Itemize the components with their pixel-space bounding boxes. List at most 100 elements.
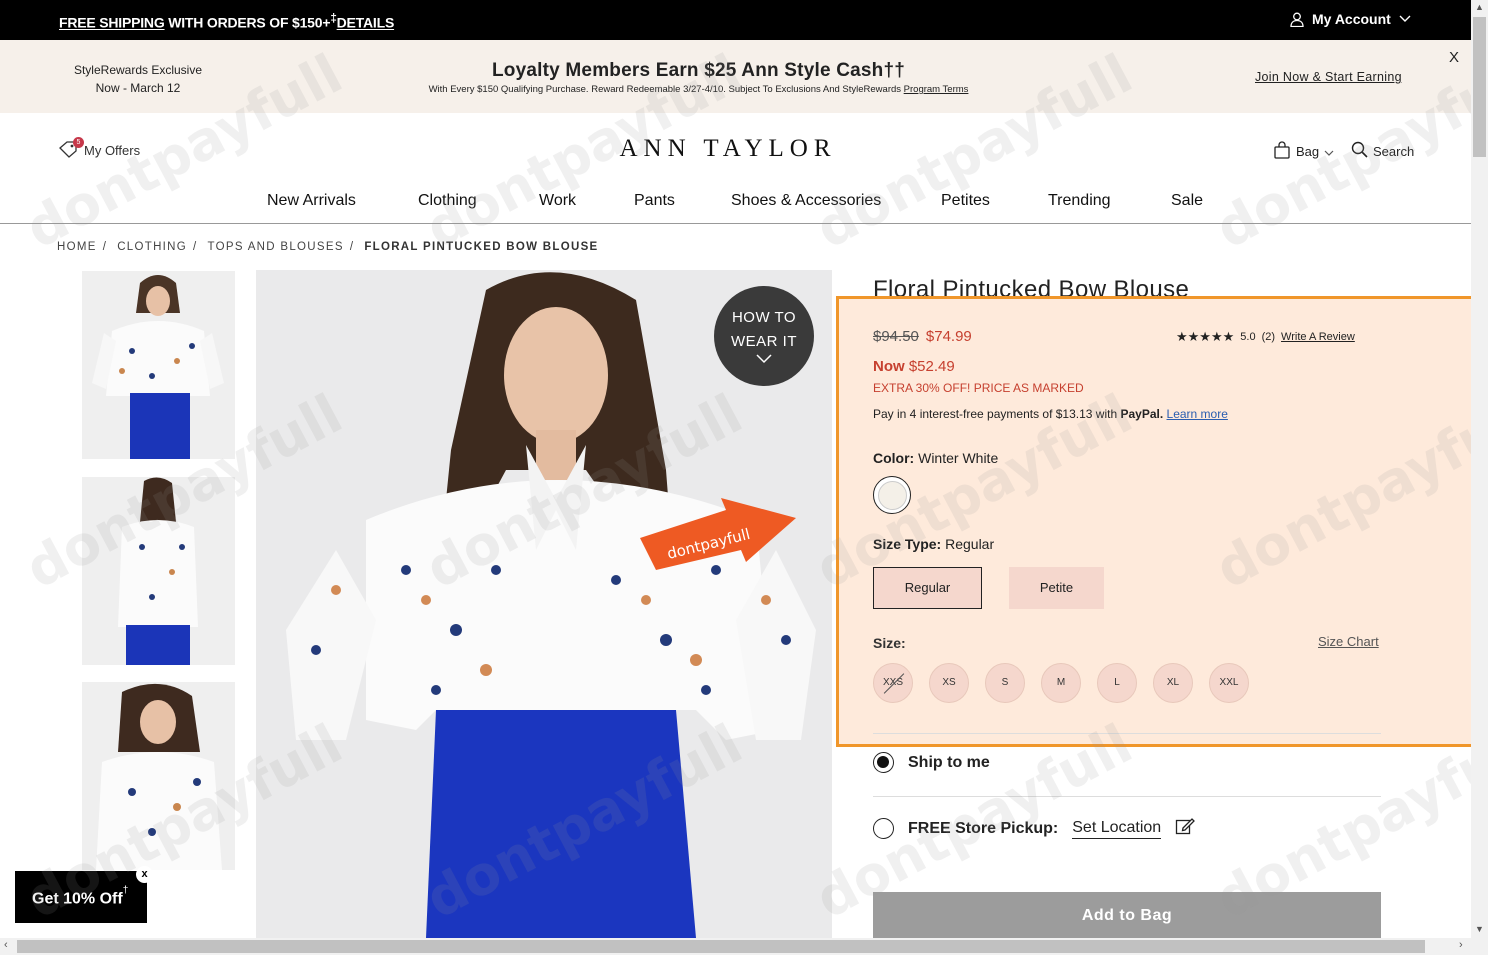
horizontal-scroll-thumb[interactable]	[17, 940, 1425, 953]
loyalty-dates: StyleRewards Exclusive Now - March 12	[60, 61, 216, 97]
horizontal-scrollbar[interactable]: ‹ ›	[0, 938, 1488, 955]
close-banner-button[interactable]: X	[1449, 49, 1459, 66]
get-discount-sup: †	[122, 885, 129, 896]
nav-work[interactable]: Work	[539, 192, 576, 210]
color-swatch-winter-white[interactable]	[873, 476, 911, 514]
loyalty-banner: StyleRewards Exclusive Now - March 12 Lo…	[0, 40, 1471, 113]
search-button[interactable]: Search	[1351, 141, 1414, 161]
get-discount-popup[interactable]: Get 10% Off†	[15, 871, 147, 923]
chevron-down-icon	[1324, 144, 1334, 159]
set-location-link[interactable]: Set Location	[1072, 819, 1162, 839]
nav-trending[interactable]: Trending	[1048, 192, 1111, 210]
scroll-down-icon[interactable]: ▼	[1475, 924, 1484, 934]
breadcrumb-separator: /	[349, 241, 355, 253]
write-review-link[interactable]: Write A Review	[1281, 331, 1355, 343]
breadcrumb-tops[interactable]: TOPS AND BLOUSES	[208, 241, 344, 253]
my-offers-button[interactable]: 5 My Offers	[58, 137, 141, 161]
join-now-link[interactable]: Join Now & Start Earning	[1255, 70, 1402, 84]
extra-offer-text: EXTRA 30% OFF! PRICE AS MARKED	[873, 381, 1084, 395]
size-type-label: Size Type: Regular	[873, 536, 994, 552]
size-type-regular-button[interactable]: Regular	[873, 567, 982, 609]
rating-stars-icon: ★★★★★	[1176, 329, 1235, 344]
model-back-image	[82, 477, 235, 665]
ship-radio[interactable]	[873, 752, 894, 773]
bag-icon	[1273, 141, 1291, 162]
get-discount-label: Get 10% Off	[32, 890, 123, 908]
size-option-xxl[interactable]: XXL	[1209, 663, 1249, 703]
my-account-label: My Account	[1312, 11, 1391, 27]
close-popup-button[interactable]: x	[136, 866, 153, 883]
ship-to-me-option[interactable]: Ship to me	[873, 752, 990, 773]
loyalty-subline-text: With Every $150 Qualifying Purchase. Rew…	[428, 84, 904, 95]
product-thumbnail-2[interactable]	[82, 477, 235, 665]
how-to-line1: HOW TO	[731, 309, 797, 326]
details-link[interactable]: DETAILS	[337, 15, 395, 31]
sale-price: $74.99	[925, 328, 972, 345]
size-type-petite-button[interactable]: Petite	[1009, 567, 1104, 609]
color-label-key: Color:	[873, 450, 915, 466]
loyalty-exclusive-label: StyleRewards Exclusive	[73, 63, 203, 77]
my-offers-label: My Offers	[84, 143, 141, 158]
vertical-scrollbar[interactable]: ▲ ▼	[1471, 0, 1488, 938]
search-label: Search	[1373, 143, 1415, 159]
offers-count-badge: 5	[73, 137, 84, 148]
breadcrumb-separator: /	[193, 241, 198, 253]
rating-count[interactable]: (2)	[1262, 331, 1275, 343]
size-option-xl[interactable]: XL	[1153, 663, 1193, 703]
edit-icon[interactable]	[1175, 816, 1196, 841]
store-pickup-option[interactable]: FREE Store Pickup: Set Location	[873, 816, 1196, 841]
breadcrumb: HOME / CLOTHING / TOPS AND BLOUSES / FLORAL…	[57, 241, 599, 253]
loyalty-message: Loyalty Members Earn $25 Ann Style Cash†…	[350, 60, 1047, 95]
nav-pants[interactable]: Pants	[634, 192, 675, 210]
product-thumbnail-1[interactable]	[82, 271, 235, 459]
size-option-xs[interactable]: XS	[929, 663, 969, 703]
product-page: FREE SHIPPING WITH ORDERS OF $150+‡DETAI…	[0, 0, 1488, 955]
scroll-up-icon[interactable]: ▲	[1475, 2, 1484, 12]
size-type-key: Size Type:	[873, 536, 942, 552]
shipping-promo: FREE SHIPPING WITH ORDERS OF $150+‡DETAI…	[59, 12, 394, 31]
size-option-xxs[interactable]: XXS	[873, 663, 913, 703]
nav-clothing[interactable]: Clothing	[418, 192, 477, 210]
breadcrumb-home[interactable]: HOME	[57, 241, 97, 253]
paypal-learn-more-link[interactable]: Learn more	[1167, 407, 1228, 421]
free-shipping-link[interactable]: FREE SHIPPING	[59, 15, 165, 31]
paypal-text: Pay in 4 interest-free payments of $13.1…	[873, 407, 1121, 421]
breadcrumb-clothing[interactable]: CLOTHING	[117, 241, 187, 253]
price-block: $94.50 $74.99	[873, 328, 972, 345]
bag-label: Bag	[1296, 144, 1320, 159]
size-option-l[interactable]: L	[1097, 663, 1137, 703]
rating-summary: ★★★★★ 5.0 (2) Write A Review	[1176, 329, 1355, 345]
ship-to-me-label: Ship to me	[908, 753, 990, 771]
bag-button[interactable]: Bag	[1273, 141, 1334, 162]
how-to-wear-it-button[interactable]: HOW TO WEAR IT	[714, 286, 814, 386]
vertical-scroll-thumb[interactable]	[1473, 17, 1486, 157]
color-value: Winter White	[918, 450, 999, 466]
size-option-m[interactable]: M	[1041, 663, 1081, 703]
paypal-message: Pay in 4 interest-free payments of $13.1…	[873, 407, 1228, 421]
divider	[873, 733, 1381, 734]
program-terms-link[interactable]: Program Terms	[904, 84, 969, 95]
size-option-s[interactable]: S	[985, 663, 1025, 703]
scroll-left-icon[interactable]: ‹	[4, 939, 8, 951]
pickup-radio[interactable]	[873, 818, 894, 839]
loyalty-headline: Loyalty Members Earn $25 Ann Style Cash†…	[492, 60, 905, 81]
add-to-bag-button[interactable]: Add to Bag	[873, 892, 1381, 940]
size-chart-link[interactable]: Size Chart	[1318, 634, 1379, 649]
nav-new-arrivals[interactable]: New Arrivals	[267, 192, 356, 210]
main-nav: New Arrivals Clothing Work Pants Shoes &…	[0, 190, 1471, 224]
search-icon	[1351, 141, 1368, 161]
scroll-right-icon[interactable]: ›	[1459, 939, 1463, 951]
nav-sale[interactable]: Sale	[1171, 192, 1203, 210]
loyalty-subline: With Every $150 Qualifying Purchase. Rew…	[350, 84, 1047, 95]
brand-logo[interactable]: ANN TAYLOR	[560, 135, 896, 163]
tag-icon: 5	[58, 137, 84, 161]
color-label: Color: Winter White	[873, 450, 998, 466]
user-icon	[1290, 12, 1304, 27]
my-account-menu[interactable]: My Account	[1290, 11, 1411, 27]
promo-bar: FREE SHIPPING WITH ORDERS OF $150+‡DETAI…	[0, 0, 1471, 40]
nav-petites[interactable]: Petites	[941, 192, 990, 210]
divider	[873, 796, 1381, 797]
promo-text: WITH ORDERS OF $150+	[164, 14, 331, 31]
product-thumbnail-3[interactable]	[82, 682, 235, 870]
nav-shoes-accessories[interactable]: Shoes & Accessories	[731, 192, 881, 210]
